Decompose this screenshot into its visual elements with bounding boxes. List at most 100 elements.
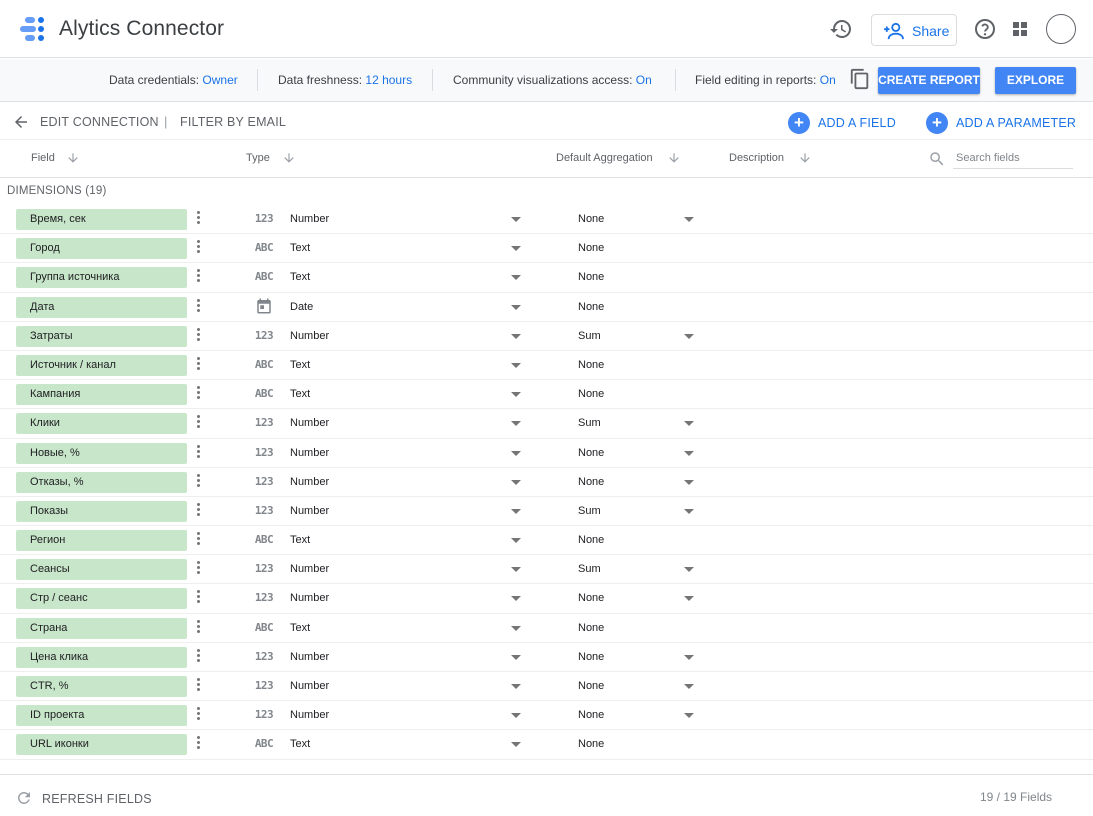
- type-dropdown-caret-icon[interactable]: [511, 538, 521, 544]
- aggregation-select[interactable]: Sum: [578, 563, 601, 575]
- more-vert-icon[interactable]: [195, 736, 201, 752]
- aggregation-dropdown-caret-icon[interactable]: [684, 713, 694, 719]
- dimension-chip[interactable]: CTR, %: [16, 676, 187, 697]
- field-editing-value[interactable]: On: [820, 73, 836, 87]
- more-vert-icon[interactable]: [195, 444, 201, 461]
- aggregation-select[interactable]: None: [578, 709, 604, 721]
- credentials-value[interactable]: Owner: [202, 73, 237, 87]
- dimension-chip[interactable]: Цена клика: [16, 646, 187, 668]
- dimension-chip[interactable]: Кампания: [16, 384, 187, 406]
- more-vert-icon[interactable]: [195, 356, 201, 373]
- type-dropdown-caret-icon[interactable]: [511, 479, 521, 485]
- sort-arrow-icon[interactable]: [667, 151, 681, 165]
- type-dropdown-caret-icon[interactable]: [511, 217, 521, 222]
- dimension-chip[interactable]: Страна: [16, 617, 187, 639]
- type-dropdown-caret-icon[interactable]: [511, 450, 521, 456]
- dimension-chip[interactable]: URL иконки: [16, 734, 187, 756]
- column-header-aggregation[interactable]: Default Aggregation: [556, 152, 653, 164]
- type-dropdown-caret-icon[interactable]: [511, 362, 521, 368]
- aggregation-dropdown-caret-icon[interactable]: [684, 450, 694, 456]
- dimension-chip[interactable]: Стр / сеанс: [16, 588, 187, 610]
- aggregation-dropdown-caret-icon[interactable]: [684, 217, 694, 222]
- dimension-chip[interactable]: Регион: [16, 530, 187, 552]
- dimension-chip[interactable]: Отказы, %: [16, 471, 187, 493]
- sort-arrow-icon[interactable]: [66, 151, 80, 165]
- dimension-chip[interactable]: Время, сек: [16, 209, 187, 230]
- type-select[interactable]: Text: [290, 738, 310, 750]
- sort-arrow-icon[interactable]: [282, 151, 296, 165]
- dimension-chip[interactable]: Новые, %: [16, 442, 187, 464]
- aggregation-select[interactable]: None: [578, 213, 604, 225]
- filter-by-email-link[interactable]: FILTER BY EMAIL: [180, 115, 286, 129]
- aggregation-dropdown-caret-icon[interactable]: [684, 508, 694, 514]
- aggregation-dropdown-caret-icon[interactable]: [684, 684, 694, 689]
- type-select[interactable]: Text: [290, 534, 310, 546]
- more-vert-icon[interactable]: [195, 561, 201, 577]
- type-dropdown-caret-icon[interactable]: [511, 333, 521, 339]
- more-vert-icon[interactable]: [195, 678, 201, 694]
- freshness-value[interactable]: 12 hours: [365, 73, 412, 87]
- edit-connection-link[interactable]: EDIT CONNECTION: [40, 115, 159, 129]
- history-icon[interactable]: [829, 17, 853, 41]
- aggregation-select[interactable]: None: [578, 651, 604, 663]
- aggregation-select[interactable]: Sum: [578, 330, 601, 342]
- more-vert-icon[interactable]: [195, 707, 201, 723]
- data-credentials[interactable]: Data credentials: Owner: [109, 73, 238, 87]
- more-vert-icon[interactable]: [195, 386, 201, 402]
- more-vert-icon[interactable]: [195, 619, 201, 636]
- type-dropdown-caret-icon[interactable]: [511, 742, 521, 748]
- more-vert-icon[interactable]: [195, 532, 201, 548]
- aggregation-select[interactable]: None: [578, 680, 604, 692]
- type-dropdown-caret-icon[interactable]: [511, 392, 521, 398]
- more-vert-icon[interactable]: [195, 648, 201, 665]
- dimension-chip[interactable]: Показы: [16, 500, 187, 522]
- avatar[interactable]: [1046, 14, 1076, 44]
- aggregation-select[interactable]: Sum: [578, 505, 601, 517]
- create-report-button[interactable]: CREATE REPORT: [878, 67, 980, 94]
- more-vert-icon[interactable]: [195, 502, 201, 519]
- column-header-field[interactable]: Field: [31, 152, 55, 164]
- dimension-chip[interactable]: Группа источника: [16, 267, 187, 289]
- aggregation-dropdown-caret-icon[interactable]: [684, 479, 694, 485]
- dimension-chip[interactable]: Клики: [16, 413, 187, 435]
- more-vert-icon[interactable]: [195, 269, 201, 285]
- share-button[interactable]: Share: [871, 14, 957, 46]
- more-vert-icon[interactable]: [195, 240, 201, 256]
- type-dropdown-caret-icon[interactable]: [511, 304, 521, 310]
- type-select[interactable]: Text: [290, 388, 310, 400]
- dimension-chip[interactable]: Сеансы: [16, 559, 187, 581]
- aggregation-select[interactable]: Sum: [578, 417, 601, 429]
- type-select[interactable]: Text: [290, 359, 310, 371]
- aggregation-dropdown-caret-icon[interactable]: [684, 421, 694, 427]
- type-select[interactable]: Date: [290, 301, 313, 313]
- type-select[interactable]: Number: [290, 651, 329, 663]
- aggregation-dropdown-caret-icon[interactable]: [684, 596, 694, 602]
- column-header-description[interactable]: Description: [729, 152, 784, 164]
- type-dropdown-caret-icon[interactable]: [511, 654, 521, 660]
- type-dropdown-caret-icon[interactable]: [511, 508, 521, 514]
- more-vert-icon[interactable]: [195, 590, 201, 606]
- type-select[interactable]: Number: [290, 680, 329, 692]
- type-select[interactable]: Number: [290, 505, 329, 517]
- more-vert-icon[interactable]: [195, 327, 201, 344]
- aggregation-dropdown-caret-icon[interactable]: [684, 333, 694, 339]
- community-value[interactable]: On: [636, 73, 652, 87]
- explore-button[interactable]: EXPLORE: [995, 67, 1076, 94]
- dimension-chip[interactable]: Источник / канал: [16, 354, 187, 376]
- dimension-chip[interactable]: Город: [16, 238, 187, 260]
- type-select[interactable]: Number: [290, 213, 329, 225]
- type-select[interactable]: Number: [290, 417, 329, 429]
- apps-grid-icon[interactable]: [1008, 17, 1032, 41]
- type-select[interactable]: Number: [290, 330, 329, 342]
- type-select[interactable]: Number: [290, 709, 329, 721]
- help-icon[interactable]: [973, 17, 997, 41]
- refresh-icon[interactable]: [15, 789, 33, 807]
- more-vert-icon[interactable]: [195, 415, 201, 431]
- aggregation-select[interactable]: None: [578, 476, 604, 488]
- type-dropdown-caret-icon[interactable]: [511, 567, 521, 573]
- type-dropdown-caret-icon[interactable]: [511, 625, 521, 631]
- back-arrow-icon[interactable]: [12, 113, 30, 131]
- search-fields-input[interactable]: [953, 147, 1073, 169]
- type-dropdown-caret-icon[interactable]: [511, 246, 521, 252]
- more-vert-icon[interactable]: [195, 473, 201, 490]
